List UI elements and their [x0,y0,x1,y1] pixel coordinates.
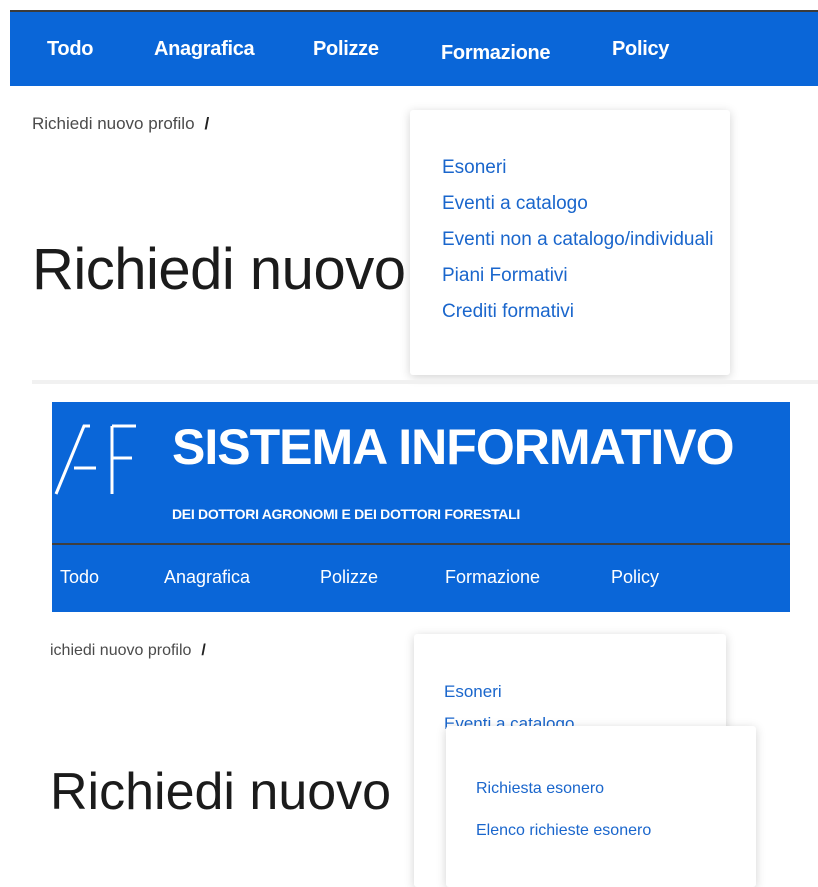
formazione-dropdown: Esoneri Eventi a catalogo Eventi non a c… [410,110,730,375]
submenu-item-richiesta-esonero[interactable]: Richiesta esonero [476,780,604,798]
nav-anagrafica[interactable]: Anagrafica [154,38,255,61]
dropdown-item-piani-formativi[interactable]: Piani Formativi [442,265,568,287]
breadcrumb-link[interactable]: ichiedi nuovo profilo [50,642,191,659]
page-title: Richiedi nuovo [50,763,392,821]
submenu-item-elenco-richieste[interactable]: Elenco richieste esonero [476,822,651,840]
nav-formazione[interactable]: Formazione [441,42,551,65]
breadcrumb-separator: / [201,642,206,659]
nav-todo[interactable]: Todo [60,567,99,588]
dropdown-item-esoneri[interactable]: Esoneri [444,682,502,702]
breadcrumb-link[interactable]: Richiedi nuovo profilo [32,114,195,133]
breadcrumb-separator: / [204,114,210,133]
nav-polizze[interactable]: Polizze [320,567,378,588]
top-navbar: Todo Anagrafica Polizze Formazione Polic… [10,10,818,86]
dropdown-item-eventi-catalogo[interactable]: Eventi a catalogo [442,193,588,215]
af-logo [52,412,136,496]
nav-todo[interactable]: Todo [47,38,93,61]
site-title: SISTEMA INFORMATIVO [172,419,735,475]
page-title: Richiedi nuovo [32,237,406,302]
dropdown-item-crediti-formativi[interactable]: Crediti formativi [442,301,574,323]
site-subtitle: DEI DOTTORI AGRONOMI E DEI DOTTORI FORES… [172,506,520,522]
nav-formazione[interactable]: Formazione [445,567,540,588]
nav-policy[interactable]: Policy [612,38,669,61]
nav-anagrafica[interactable]: Anagrafica [164,567,250,588]
dropdown-item-esoneri[interactable]: Esoneri [442,157,506,179]
dropdown-item-eventi-non-catalogo[interactable]: Eventi non a catalogo/individuali [442,229,713,251]
esoneri-submenu: Richiesta esonero Elenco richieste esone… [446,726,756,887]
breadcrumb: Richiedi nuovo profilo / [32,114,209,134]
nav-policy[interactable]: Policy [611,567,659,588]
panel-divider [32,380,818,384]
nav-polizze[interactable]: Polizze [313,38,379,61]
bottom-navbar: Todo Anagrafica Polizze Formazione Polic… [52,543,790,612]
breadcrumb: ichiedi nuovo profilo / [50,642,206,660]
